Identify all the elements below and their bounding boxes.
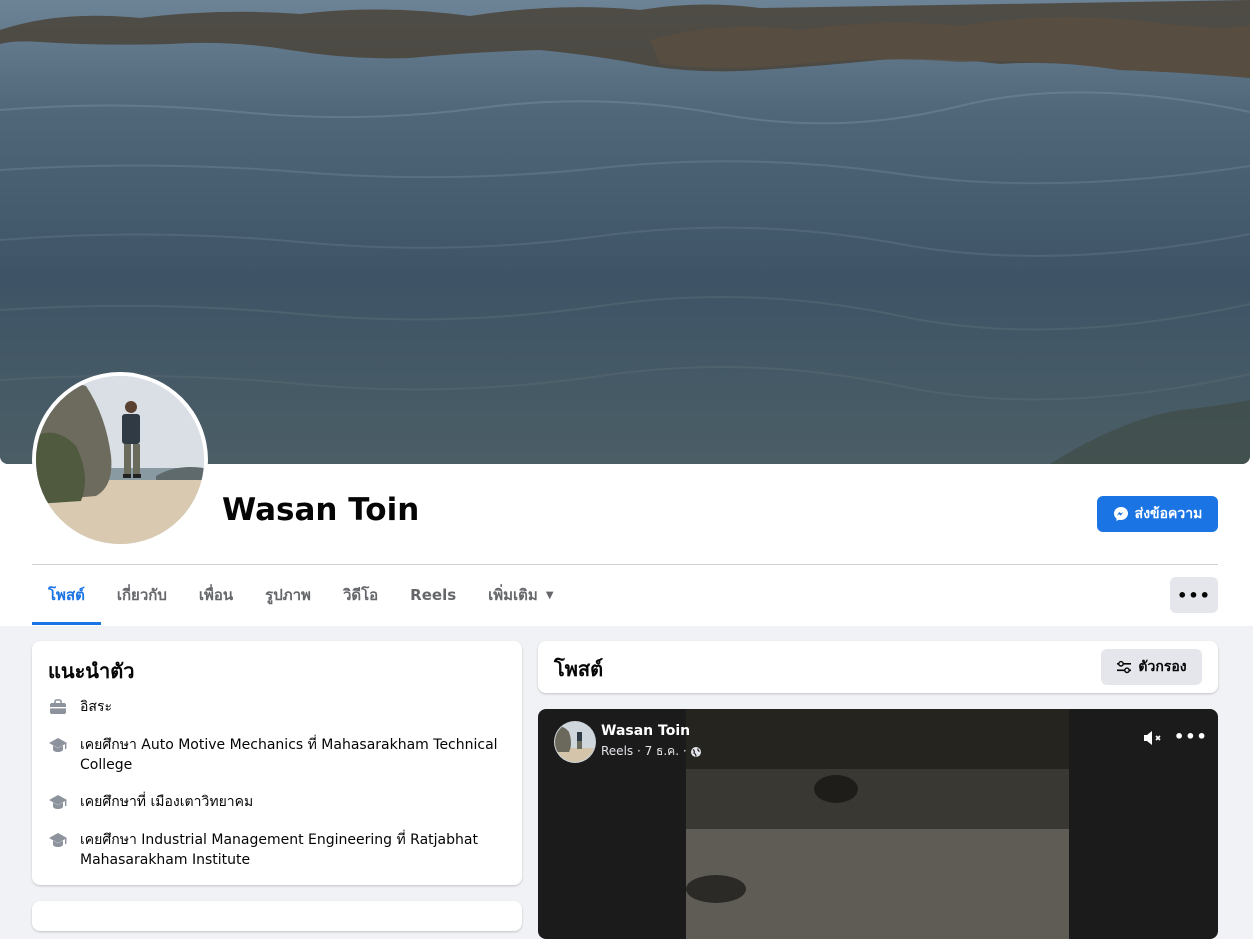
profile-header: Wasan Toin ส่งข้อความ โพสต์ เกี่ยวกับ เพ… xyxy=(0,0,1253,626)
tab-about[interactable]: เกี่ยวกับ xyxy=(101,565,183,625)
send-message-button[interactable]: ส่งข้อความ xyxy=(1097,496,1218,532)
reel-author-avatar[interactable] xyxy=(554,721,596,763)
graduation-cap-icon xyxy=(49,795,67,809)
reel-meta: Reels · 7 ธ.ค. · xyxy=(601,742,702,761)
profile-name: Wasan Toin xyxy=(222,492,420,528)
tab-friends[interactable]: เพื่อน xyxy=(183,565,249,625)
reel-video[interactable] xyxy=(686,709,1069,939)
tab-photos[interactable]: รูปภาพ xyxy=(249,565,327,625)
posts-title: โพสต์ xyxy=(554,657,604,681)
tab-posts[interactable]: โพสต์ xyxy=(32,565,101,625)
tab-videos[interactable]: วิดีโอ xyxy=(327,565,394,625)
intro-title: แนะนำตัว xyxy=(48,659,135,683)
reel-author-name[interactable]: Wasan Toin xyxy=(601,723,690,739)
filter-label: ตัวกรอง xyxy=(1138,659,1187,675)
photos-card xyxy=(32,901,522,931)
messenger-icon xyxy=(1113,507,1128,521)
graduation-cap-icon xyxy=(49,833,67,847)
tab-reels[interactable]: Reels xyxy=(394,565,472,625)
reel-post-card[interactable]: Wasan Toin Reels · 7 ธ.ค. · ••• xyxy=(538,709,1218,939)
intro-item-education-2: เคยศึกษาที่ เมืองเตาวิทยาคม xyxy=(48,792,498,812)
profile-tabs: โพสต์ เกี่ยวกับ เพื่อน รูปภาพ วิดีโอ Ree… xyxy=(32,565,570,625)
briefcase-icon xyxy=(50,699,66,714)
intro-card: แนะนำตัว อิสระ เคยศึกษา Auto Motive Mech… xyxy=(32,641,522,885)
globe-icon xyxy=(690,746,701,757)
profile-more-button[interactable]: ••• xyxy=(1170,577,1218,613)
caret-down-icon: ▼ xyxy=(545,589,554,601)
tab-more[interactable]: เพิ่มเติม ▼ xyxy=(472,565,569,625)
filter-button[interactable]: ตัวกรอง xyxy=(1101,649,1202,685)
profile-avatar[interactable] xyxy=(36,376,204,544)
graduation-cap-icon xyxy=(49,738,67,752)
muted-speaker-icon[interactable] xyxy=(1142,728,1164,748)
intro-item-education-3: เคยศึกษา Industrial Management Engineeri… xyxy=(48,830,498,870)
intro-item-education-1: เคยศึกษา Auto Motive Mechanics ที่ Mahas… xyxy=(48,735,498,775)
send-message-label: ส่งข้อความ xyxy=(1134,506,1203,522)
intro-item-work: อิสระ xyxy=(48,697,498,717)
filter-sliders-icon xyxy=(1117,660,1132,674)
reel-more-button[interactable]: ••• xyxy=(1174,727,1208,746)
cover-photo[interactable] xyxy=(0,0,1250,464)
posts-header-card: โพสต์ ตัวกรอง xyxy=(538,641,1218,693)
